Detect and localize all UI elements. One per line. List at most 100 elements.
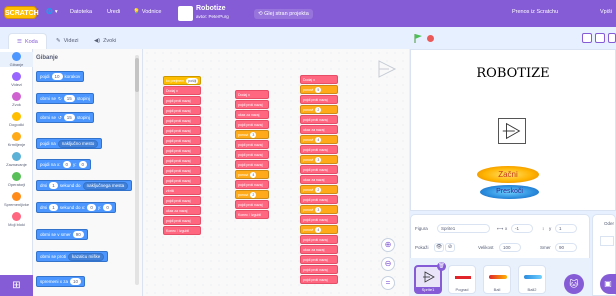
add-extension-button[interactable]: ⊞ bbox=[0, 275, 33, 296]
script-block-input[interactable]: 4 bbox=[315, 136, 322, 143]
file-menu[interactable]: Datoteka bbox=[70, 9, 92, 15]
category-1[interactable]: Videzi bbox=[0, 72, 33, 87]
script-block[interactable]: Konec / Izgubil bbox=[163, 226, 201, 235]
script-block-input[interactable]: pošlji bbox=[186, 77, 199, 84]
block-dropdown[interactable]: naključno mesto bbox=[57, 139, 99, 148]
script-block[interactable]: ponovi 4 bbox=[300, 225, 338, 234]
block-input[interactable]: 15 bbox=[63, 95, 75, 102]
palette-block[interactable]: pojdi na naključno mesto bbox=[36, 138, 103, 149]
category-3[interactable]: Dogodki bbox=[0, 112, 33, 127]
script-block[interactable]: pojdi proti nazaj bbox=[300, 95, 338, 104]
y-input[interactable]: 1 bbox=[555, 224, 577, 233]
script-block[interactable]: ponovi 2 bbox=[300, 185, 338, 194]
size-input[interactable]: 100 bbox=[499, 243, 521, 252]
block-input[interactable]: 0 bbox=[103, 204, 112, 211]
category-8[interactable]: Moji bloki bbox=[0, 212, 33, 227]
delete-sprite-icon[interactable]: 🗑 bbox=[437, 262, 446, 271]
block-input[interactable]: 0 bbox=[87, 204, 96, 211]
script-block[interactable]: pojdi proti nazaj bbox=[163, 106, 201, 115]
palette-block[interactable]: obrni se ↺ 15 stopinj bbox=[36, 112, 94, 123]
script-block[interactable]: ponovi 2 bbox=[300, 105, 338, 114]
script-block-input[interactable]: 3 bbox=[315, 156, 322, 163]
robot-arrow-sprite[interactable] bbox=[498, 118, 526, 144]
script-block-input[interactable]: 5 bbox=[315, 86, 322, 93]
sprite-tile-pograd[interactable]: Pograd bbox=[448, 265, 476, 294]
palette-block[interactable]: drsi 1 sekund do naključnega mesta bbox=[36, 180, 133, 191]
block-input[interactable]: 10 bbox=[51, 73, 63, 80]
script-block-input[interactable]: 2 bbox=[315, 106, 322, 113]
start-button[interactable]: Začni bbox=[477, 166, 539, 183]
see-project-page-button[interactable]: ⟲ Glej stran projekta bbox=[254, 9, 313, 19]
stage-thumbnail[interactable] bbox=[600, 236, 614, 246]
tab-costumes[interactable]: ✎ Videzi bbox=[48, 33, 87, 49]
block-input[interactable]: 1 bbox=[49, 204, 58, 211]
script-block[interactable]: ponovi 3 bbox=[300, 205, 338, 214]
script-block[interactable]: pojdi proti nazaj bbox=[163, 96, 201, 105]
script-block[interactable]: ko prejmem pošlji bbox=[163, 76, 201, 85]
green-flag-icon[interactable] bbox=[414, 34, 422, 43]
script-block[interactable]: pojdi proti nazaj bbox=[300, 115, 338, 124]
script-block[interactable]: ukaz za nazaj bbox=[300, 245, 338, 254]
script-block-input[interactable]: 3 bbox=[250, 131, 257, 138]
script-block[interactable]: pojdi proti nazaj bbox=[300, 275, 338, 284]
zoom-reset-button[interactable]: = bbox=[381, 276, 395, 290]
scripts-area[interactable]: ko prejmem pošlji Dodaj x pojdi proti nazaj… bbox=[143, 49, 409, 296]
category-5[interactable]: Zaznavanje bbox=[0, 152, 33, 167]
block-input[interactable]: 10 bbox=[70, 278, 82, 285]
script-block[interactable]: ukaz za nazaj bbox=[235, 110, 269, 119]
scratch-logo[interactable]: SCRATCH bbox=[4, 6, 39, 19]
script-block[interactable]: pojdi proti nazaj bbox=[163, 166, 201, 175]
sprite-tile-ball2[interactable]: Ball2 bbox=[518, 265, 546, 294]
edit-menu[interactable]: Uredi bbox=[107, 9, 120, 15]
script-block[interactable]: ukaz za nazaj bbox=[163, 206, 201, 215]
palette-block[interactable]: obrni se ↻ 15 stopinj bbox=[36, 93, 94, 104]
block-dropdown[interactable]: naključnega mesta bbox=[82, 181, 129, 190]
script-block-input[interactable]: 4 bbox=[315, 226, 322, 233]
block-input[interactable]: 90 bbox=[72, 231, 84, 238]
script-block[interactable]: pojdi proti nazaj bbox=[235, 200, 269, 209]
add-backdrop-button[interactable]: ▣ bbox=[600, 274, 616, 294]
zoom-out-button[interactable]: ⊖ bbox=[381, 257, 395, 271]
add-sprite-button[interactable]: 🐱 bbox=[564, 274, 584, 294]
script-block-input[interactable]: 2 bbox=[250, 191, 257, 198]
category-6[interactable]: Operatorji bbox=[0, 172, 33, 187]
script-block[interactable]: pojdi proti nazaj bbox=[163, 156, 201, 165]
script-block[interactable]: ponovi 4 bbox=[300, 135, 338, 144]
category-0[interactable]: Gibanje bbox=[0, 52, 33, 67]
script-block[interactable]: Konec / Izgubil bbox=[235, 210, 269, 219]
script-block[interactable]: pojdi proti nazaj bbox=[163, 176, 201, 185]
project-title[interactable]: Robotize bbox=[196, 5, 226, 12]
script-block[interactable]: ukaz za nazaj bbox=[300, 175, 338, 184]
script-block[interactable]: pojdi proti nazaj bbox=[300, 215, 338, 224]
block-dropdown[interactable]: kazalcu miške bbox=[68, 252, 105, 261]
script-block[interactable]: ponovi 3 bbox=[235, 130, 269, 139]
category-7[interactable]: Spremenljivke bbox=[0, 192, 33, 207]
fullscreen-button[interactable] bbox=[608, 33, 616, 43]
script-block-input[interactable]: 4 bbox=[250, 171, 257, 178]
share-button[interactable]: Prenos iz Scratchu bbox=[512, 9, 558, 15]
script-block[interactable]: ponovi 5 bbox=[300, 85, 338, 94]
script-block[interactable]: pojdi proti nazaj bbox=[163, 136, 201, 145]
palette-scrollbar-thumb[interactable] bbox=[135, 58, 139, 92]
block-input[interactable]: 15 bbox=[63, 114, 75, 121]
palette-block[interactable]: obrni se v smer 90 bbox=[36, 229, 88, 240]
palette-block[interactable]: pojdi 10 korakov bbox=[36, 71, 85, 82]
skip-button[interactable]: Preskoči bbox=[480, 185, 539, 199]
large-stage-button[interactable] bbox=[595, 33, 605, 43]
script-block[interactable]: pojdi proti nazaj bbox=[235, 150, 269, 159]
hide-button[interactable]: ⊘ bbox=[445, 243, 455, 252]
palette-block[interactable]: obrni se proti kazalcu miške bbox=[36, 251, 109, 262]
script-block[interactable]: ponovi 3 bbox=[300, 155, 338, 164]
palette-block[interactable]: spremeni x za 10 bbox=[36, 276, 86, 287]
script-block[interactable]: pojdi proti nazaj bbox=[163, 216, 201, 225]
x-input[interactable]: -1 bbox=[511, 224, 533, 233]
script-block[interactable]: ukaz za nazaj bbox=[300, 125, 338, 134]
script-block[interactable]: pojdi proti nazaj bbox=[235, 160, 269, 169]
block-input[interactable]: 0 bbox=[78, 161, 88, 168]
tab-sounds[interactable]: ◀) Zvoki bbox=[86, 33, 124, 49]
script-block[interactable]: pojdi proti nazaj bbox=[300, 165, 338, 174]
category-4[interactable]: Krmiljenje bbox=[0, 132, 33, 147]
script-block[interactable]: Dodaj x bbox=[235, 90, 269, 99]
script-block[interactable]: Dodaj x bbox=[163, 86, 201, 95]
script-block[interactable]: pojdi proti nazaj bbox=[163, 146, 201, 155]
